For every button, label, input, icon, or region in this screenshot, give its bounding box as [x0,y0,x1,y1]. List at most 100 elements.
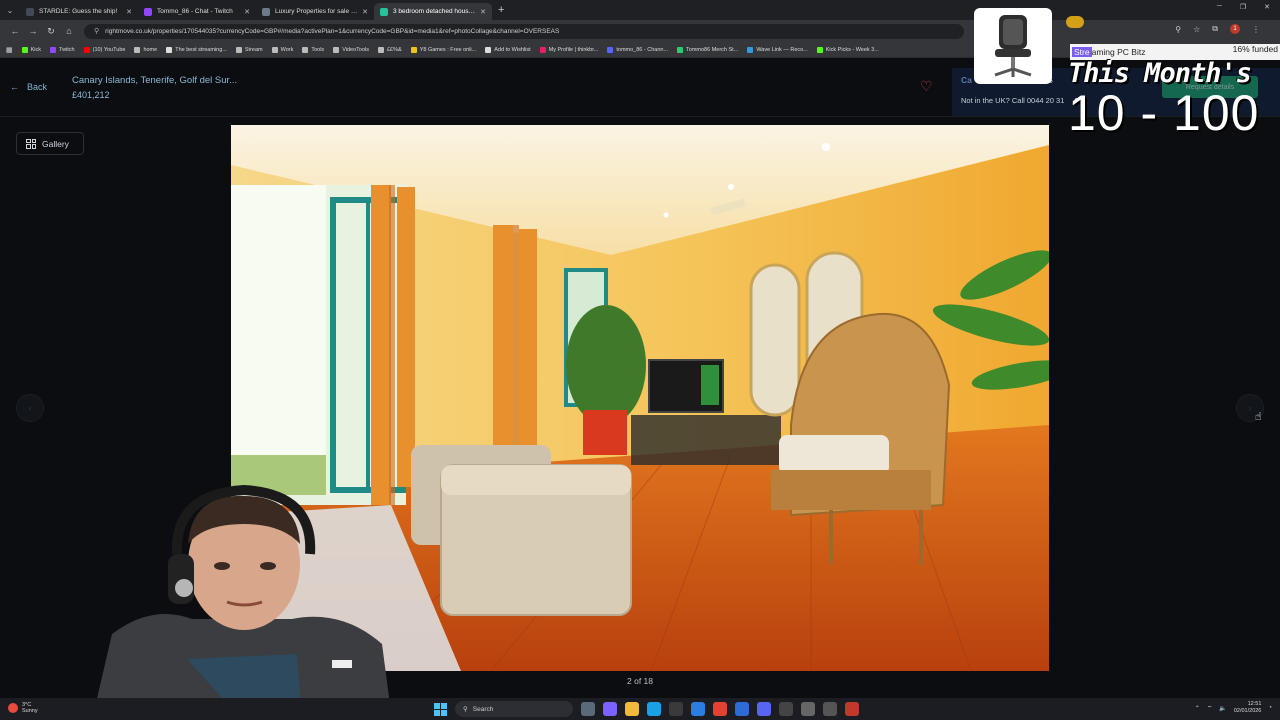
network-icon[interactable]: ⌔ [1207,704,1213,712]
bookmark-star-icon[interactable]: ☆ [1193,25,1200,34]
bookmark-favicon-icon [302,46,309,53]
screen: ⌄ STARDLE: Guess the ship! ✕ Tommo_86 - Ch… [0,0,1280,720]
app-icon-3[interactable] [801,702,815,716]
bookmark-item[interactable]: tommo_86 - Chann... [607,46,668,53]
back-arrow-icon[interactable]: ← [6,26,24,36]
bookmark-item[interactable]: home [134,46,158,53]
taskbar-apps: ⚲ Search [434,701,859,717]
clock-date: 02/01/2026 [1233,708,1262,714]
bookmark-item[interactable]: (10) YouTube [83,46,125,53]
bookmark-item[interactable]: Stream [235,46,263,53]
bookmark-label: home [143,46,158,53]
zoom-icon[interactable]: ⚲ [1175,25,1181,34]
bookmark-label: Wave Link — Reco... [756,46,808,53]
tab-favicon-icon [144,7,152,16]
minimize-icon[interactable]: ─ [1217,3,1222,11]
browser-tab[interactable]: STARDLE: Guess the ship! ✕ [20,3,138,20]
bookmark-favicon-icon [166,46,173,53]
office-chair-image [974,8,1052,84]
tab-favicon-icon [380,7,388,16]
browser-tab[interactable]: 3 bedroom detached house fo... ✕ [374,3,492,20]
chair-icon [994,15,1032,77]
taskbar-search[interactable]: ⚲ Search [455,701,573,717]
notifications-icon[interactable]: ◔ [1268,705,1272,711]
menu-icon[interactable]: ⋮ [1252,25,1260,34]
home-icon[interactable]: ⌂ [60,26,78,36]
bookmark-label: Y8 Games : Free onli... [419,46,477,53]
clock[interactable]: 12:51 02/01/2026 [1234,701,1262,715]
tab-favicon-icon [262,7,270,16]
stream-overlay-icons [1066,16,1084,28]
previous-photo-button[interactable]: ‹ [16,394,44,422]
tab-title: 3 bedroom detached house fo... [393,8,477,15]
range-text: 10 - 100 [1068,85,1260,141]
file-explorer-icon[interactable] [625,702,639,716]
gallery-button[interactable]: Gallery [16,132,84,155]
bookmark-favicon-icon [677,46,684,53]
bookmark-item[interactable]: Add to Wishlist [485,46,531,53]
forward-arrow-icon[interactable]: → [24,26,42,36]
weather-icon [8,703,18,713]
site-info-icon[interactable]: ⚲ [94,27,99,35]
store-icon[interactable] [669,702,683,716]
browser-tab[interactable]: Tommo_86 - Chat - Twitch ✕ [138,3,256,20]
apps-grid-icon[interactable]: ▦ [6,46,13,54]
weather-widget[interactable]: 3°C Sunny [8,702,38,714]
bookmark-label: Kick [30,46,42,53]
bookmark-label: Kick Picks - Week 3... [825,46,879,53]
new-tab-button[interactable]: + [498,4,504,16]
app-icon[interactable] [735,702,749,716]
tab-close-icon[interactable]: ✕ [244,8,250,16]
bookmark-item[interactable]: Kick Picks - Week 3... [816,46,879,53]
bookmark-item[interactable]: Y8 Games : Free onli... [410,46,477,53]
back-label: Back [27,82,48,92]
bookmark-item[interactable]: Tools [302,46,324,53]
edge-icon[interactable] [647,702,661,716]
windows-start-icon[interactable] [434,702,447,716]
browser-toolbar: ← → ↻ ⌂ ⚲ rightmove.co.uk/properties/170… [0,20,1280,42]
tab-close-icon[interactable]: ✕ [126,8,132,16]
app-icon-5[interactable] [845,702,859,716]
bookmark-label: Stream [244,46,263,53]
bookmark-item[interactable]: VideoTools [333,46,369,53]
tab-strip: STARDLE: Guess the ship! ✕ Tommo_86 - Chat… [20,0,492,20]
save-heart-icon[interactable]: ♡ [920,78,933,95]
bookmark-item[interactable]: Twitch [50,46,75,53]
bookmark-item[interactable]: Kick [21,46,42,53]
goal-funded: 16% funded [1232,44,1278,54]
tray-overflow-icon[interactable]: ⌃ [1195,705,1200,712]
chrome-icon[interactable] [713,702,727,716]
bookmark-item[interactable]: ££%& [378,46,402,53]
profile-avatar[interactable]: 1 [1230,24,1240,34]
bookmark-favicon-icon [134,46,141,53]
bookmark-item[interactable]: My Profile | thinkbr... [539,46,598,53]
bookmark-item[interactable]: The best streaming... [166,46,227,53]
bookmark-favicon-icon [607,46,614,53]
bookmark-label: Tommo86 Merch St... [686,46,739,53]
extensions-icon[interactable]: ⧉ [1212,24,1218,34]
app-icon-2[interactable] [779,702,793,716]
search-label: Search [472,705,494,713]
app-icon-4[interactable] [823,702,837,716]
copilot-icon[interactable] [603,702,617,716]
bookmark-item[interactable]: Tommo86 Merch St... [677,46,739,53]
tab-close-icon[interactable]: ✕ [362,8,368,16]
back-link[interactable]: ← Back [10,82,47,92]
volume-icon[interactable]: 🔈 [1219,705,1226,712]
discord-icon[interactable] [757,702,771,716]
tab-search-icon[interactable]: ⌄ [0,0,20,20]
restore-icon[interactable]: ❐ [1240,3,1246,11]
property-price: £401,212 [72,90,110,100]
bookmark-favicon-icon [271,46,278,53]
address-bar[interactable]: ⚲ rightmove.co.uk/properties/170544035?c… [84,23,964,39]
browser-tab[interactable]: Luxury Properties for sale in Te... ✕ [256,3,374,20]
close-window-icon[interactable]: ✕ [1264,3,1270,11]
mail-icon[interactable] [691,702,705,716]
bookmark-item[interactable]: Wave Link — Reco... [747,46,808,53]
gallery-label: Gallery [42,138,69,149]
tab-close-icon[interactable]: ✕ [480,8,486,16]
bookmark-item[interactable]: Work [271,46,293,53]
bookmark-favicon-icon [235,46,242,53]
task-view-icon[interactable] [581,702,595,716]
reload-icon[interactable]: ↻ [42,26,60,37]
